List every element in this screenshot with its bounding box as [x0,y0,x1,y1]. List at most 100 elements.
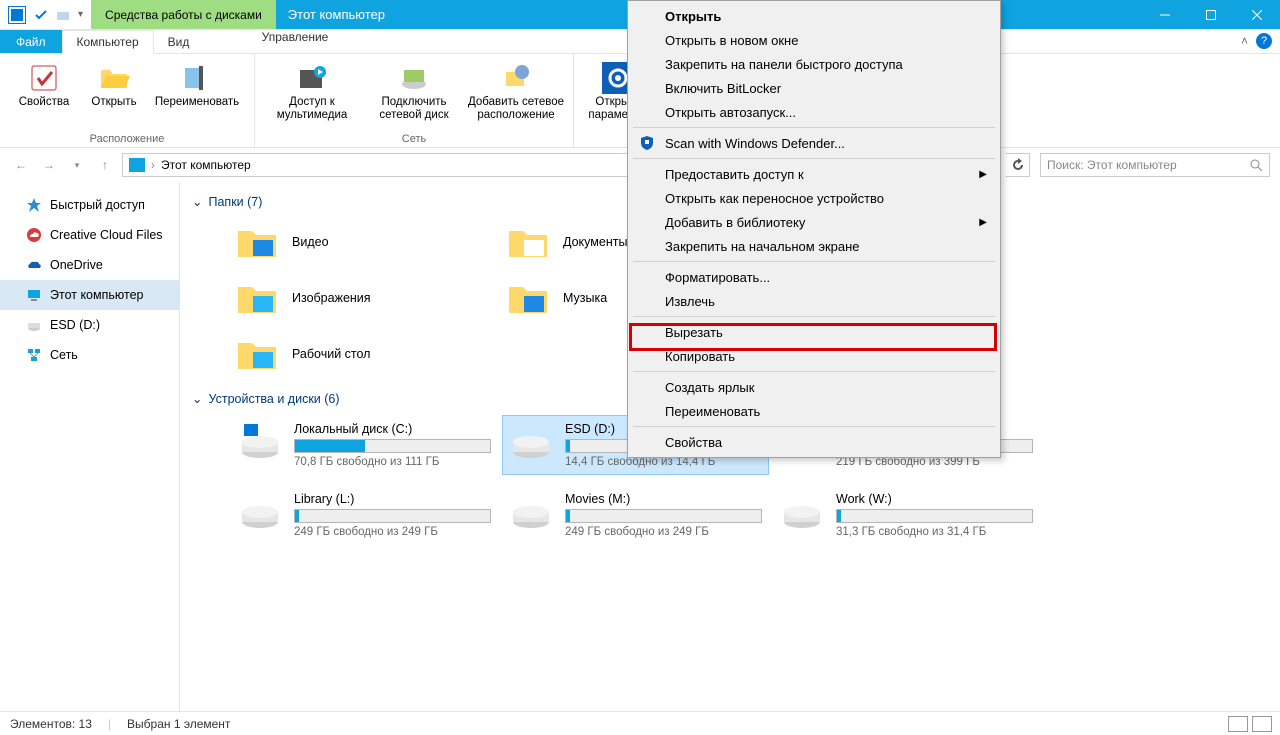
quick-access-toolbar: ▾ [0,0,91,29]
menu-pin-start[interactable]: Закрепить на начальном экране [631,234,997,258]
up-button[interactable]: ↑ [94,154,116,176]
sidebar-item-onedrive[interactable]: OneDrive [0,250,179,280]
menu-grant-access[interactable]: Предоставить доступ к▶ [631,162,997,186]
menu-portable[interactable]: Открыть как переносное устройство [631,186,997,210]
map-drive-label: Подключить сетевой диск [365,96,463,122]
tab-computer[interactable]: Компьютер [62,30,154,54]
menu-autorun[interactable]: Открыть автозапуск... [631,100,997,124]
folder-item[interactable]: Видео [232,219,497,265]
menu-properties[interactable]: Свойства [631,430,997,454]
ribbon-group-location: Свойства Открыть Переименовать Расположе… [0,54,255,147]
sidebar-item-creative-cloud[interactable]: Creative Cloud Files [0,220,179,250]
search-box[interactable]: Поиск: Этот компьютер [1040,153,1270,177]
drive-item[interactable]: Локальный диск (C:) 70,8 ГБ свободно из … [232,416,497,474]
sidebar-item-this-pc[interactable]: Этот компьютер [0,280,179,310]
rename-button[interactable]: Переименовать [148,58,246,131]
drive-name: Локальный диск (C:) [294,422,491,436]
folder-item[interactable]: Рабочий стол [232,331,497,377]
ribbon-group-network: Доступ к мультимедиа Подключить сетевой … [255,54,574,147]
tab-manage[interactable]: Управление [213,30,377,44]
tab-file[interactable]: Файл [0,30,62,53]
maximize-button[interactable] [1188,0,1234,29]
details-view-button[interactable] [1228,716,1248,732]
refresh-button[interactable] [1006,153,1030,177]
menu-pin-quick-access[interactable]: Закрепить на панели быстрого доступа [631,52,997,76]
sidebar-item-label: Сеть [50,348,78,362]
chevron-down-icon: ⌄ [192,194,202,209]
folder-icon [56,8,70,22]
history-dropdown[interactable]: ▾ [66,154,88,176]
drive-icon [509,492,553,530]
add-location-icon [500,62,532,94]
menu-bitlocker[interactable]: Включить BitLocker [631,76,997,100]
context-menu: Открыть Открыть в новом окне Закрепить н… [627,0,1001,458]
app-icon [8,6,26,24]
add-location-label: Добавить сетевое расположение [467,96,565,122]
sidebar-item-esd[interactable]: ESD (D:) [0,310,179,340]
shield-icon [639,135,655,151]
folder-icon [236,335,280,373]
folder-label: Документы [563,235,627,249]
drive-icon [26,317,42,333]
sidebar-item-network[interactable]: Сеть [0,340,179,370]
menu-format[interactable]: Форматировать... [631,265,997,289]
properties-button[interactable]: Свойства [8,58,80,131]
add-location-button[interactable]: Добавить сетевое расположение [467,58,565,131]
creative-cloud-icon [26,227,42,243]
menu-eject[interactable]: Извлечь [631,289,997,313]
folder-icon [236,279,280,317]
back-button[interactable]: ← [10,154,32,176]
menu-rename[interactable]: Переименовать [631,399,997,423]
tab-view[interactable]: Вид [154,30,204,53]
drive-usage-bar [294,509,491,523]
menu-open-new-window[interactable]: Открыть в новом окне [631,28,997,52]
menu-cut[interactable]: Вырезать [631,320,997,344]
pc-icon [26,287,42,303]
drive-item[interactable]: Work (W:) 31,3 ГБ свободно из 31,4 ГБ [774,486,1039,544]
media-icon [296,62,328,94]
drive-item[interactable]: Movies (M:) 249 ГБ свободно из 249 ГБ [503,486,768,544]
search-icon [1250,159,1263,172]
close-button[interactable] [1234,0,1280,29]
media-access-button[interactable]: Доступ к мультимедиа [263,58,361,131]
sidebar-item-quick-access[interactable]: Быстрый доступ [0,190,179,220]
menu-defender-label: Scan with Windows Defender... [665,136,845,151]
map-drive-button[interactable]: Подключить сетевой диск [365,58,463,131]
drive-icon [780,492,824,530]
forward-button[interactable]: → [38,154,60,176]
folder-label: Изображения [292,291,371,305]
menu-open[interactable]: Открыть [631,4,997,28]
menu-shortcut[interactable]: Создать ярлык [631,375,997,399]
network-drive-icon [398,62,430,94]
menu-add-library-label: Добавить в библиотеку [665,215,805,230]
qat-dropdown-icon[interactable]: ▾ [78,9,83,20]
sidebar-item-label: ESD (D:) [50,318,100,332]
tiles-view-button[interactable] [1252,716,1272,732]
help-icon[interactable]: ? [1256,33,1272,49]
status-bar: Элементов: 13 | Выбран 1 элемент [0,711,1280,735]
drive-name: Work (W:) [836,492,1033,506]
folder-label: Музыка [563,291,607,305]
folder-icon [507,279,551,317]
menu-copy[interactable]: Копировать [631,344,997,368]
nav-sidebar: Быстрый доступ Creative Cloud Files OneD… [0,182,180,711]
window-controls [1142,0,1280,29]
minimize-button[interactable] [1142,0,1188,29]
sidebar-item-label: Этот компьютер [50,288,143,302]
search-placeholder: Поиск: Этот компьютер [1047,158,1177,172]
folder-label: Рабочий стол [292,347,370,361]
properties-label: Свойства [19,96,70,109]
open-button[interactable]: Открыть [84,58,144,131]
menu-grant-access-label: Предоставить доступ к [665,167,804,182]
open-folder-icon [98,62,130,94]
collapse-ribbon-icon[interactable]: ˄ [1241,34,1248,48]
drive-item[interactable]: Library (L:) 249 ГБ свободно из 249 ГБ [232,486,497,544]
folder-icon [236,223,280,261]
status-count: Элементов: 13 [10,717,92,731]
rename-label: Переименовать [155,96,239,109]
menu-defender[interactable]: Scan with Windows Defender... [631,131,997,155]
star-icon [26,197,42,213]
menu-add-library[interactable]: Добавить в библиотеку▶ [631,210,997,234]
folder-item[interactable]: Изображения [232,275,497,321]
folder-icon [507,223,551,261]
